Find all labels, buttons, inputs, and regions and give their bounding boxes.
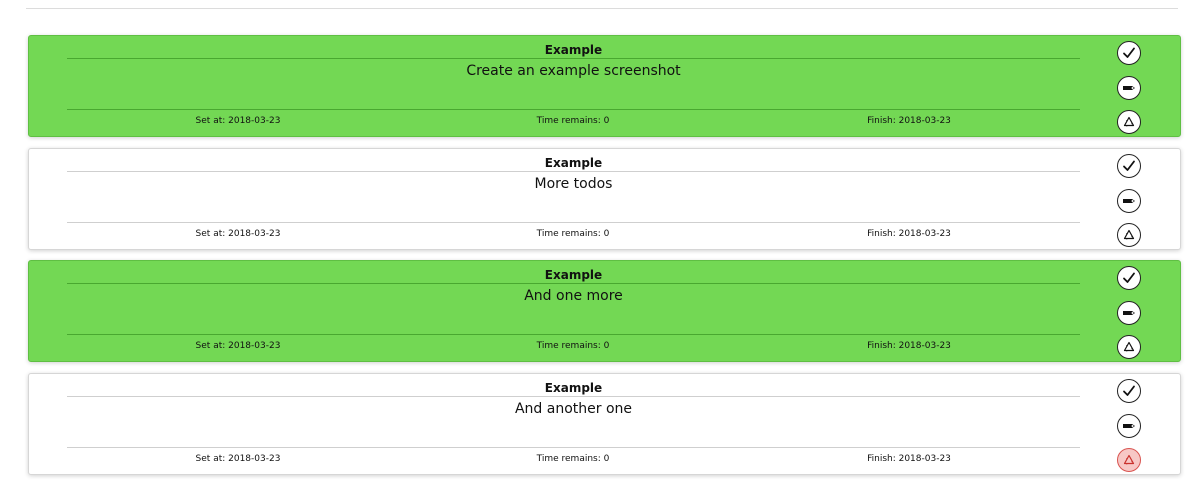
- recycle-icon: [1123, 341, 1135, 352]
- todo-title: Example: [544, 156, 603, 170]
- marker-icon: [1123, 86, 1135, 90]
- finish-date: Finish: 2018-03-23: [867, 229, 951, 239]
- title-divider: [67, 283, 1080, 284]
- recycle-icon: [1123, 116, 1135, 127]
- todo-title: Example: [544, 268, 603, 282]
- finish-date: Finish: 2018-03-23: [867, 116, 951, 126]
- delete-button[interactable]: [1117, 110, 1141, 134]
- edit-button[interactable]: [1117, 414, 1141, 438]
- complete-button[interactable]: [1117, 41, 1141, 65]
- todo-card: Example More todos Set at: 2018-03-23 Ti…: [28, 148, 1181, 250]
- todo-actions: [1117, 379, 1143, 473]
- todo-description: And another one: [514, 401, 633, 417]
- checkmark-icon: [1123, 160, 1135, 171]
- todo-card: Example And another one Set at: 2018-03-…: [28, 373, 1181, 475]
- todo-actions: [1117, 41, 1143, 135]
- todo-content: Example And another one Set at: 2018-03-…: [67, 374, 1080, 474]
- complete-button[interactable]: [1117, 379, 1141, 403]
- footer-divider: [67, 109, 1080, 110]
- todo-title: Example: [544, 43, 603, 57]
- set-at-date: Set at: 2018-03-23: [195, 454, 281, 464]
- title-divider: [67, 396, 1080, 397]
- title-divider: [67, 171, 1080, 172]
- todo-content: Example And one more Set at: 2018-03-23 …: [67, 261, 1080, 361]
- complete-button[interactable]: [1117, 266, 1141, 290]
- delete-button[interactable]: [1117, 223, 1141, 247]
- set-at-date: Set at: 2018-03-23: [195, 341, 281, 351]
- delete-button[interactable]: [1117, 335, 1141, 359]
- todo-title: Example: [544, 381, 603, 395]
- time-remains: Time remains: 0: [536, 229, 610, 239]
- set-at-date: Set at: 2018-03-23: [195, 116, 281, 126]
- edit-button[interactable]: [1117, 301, 1141, 325]
- recycle-icon: [1123, 454, 1135, 465]
- recycle-icon: [1123, 229, 1135, 240]
- todo-content: Example More todos Set at: 2018-03-23 Ti…: [67, 149, 1080, 249]
- time-remains: Time remains: 0: [536, 341, 610, 351]
- todo-description: And one more: [524, 288, 623, 304]
- finish-date: Finish: 2018-03-23: [867, 454, 951, 464]
- edit-button[interactable]: [1117, 189, 1141, 213]
- checkmark-icon: [1123, 272, 1135, 283]
- marker-icon: [1123, 199, 1135, 203]
- marker-icon: [1123, 311, 1135, 315]
- todo-content: Example Create an example screenshot Set…: [67, 36, 1080, 136]
- delete-button[interactable]: [1117, 448, 1141, 472]
- time-remains: Time remains: 0: [536, 116, 610, 126]
- footer-divider: [67, 447, 1080, 448]
- footer-divider: [67, 334, 1080, 335]
- todo-actions: [1117, 266, 1143, 360]
- todo-card: Example And one more Set at: 2018-03-23 …: [28, 260, 1181, 362]
- todo-card: Example Create an example screenshot Set…: [28, 35, 1181, 137]
- checkmark-icon: [1123, 47, 1135, 58]
- title-divider: [67, 58, 1080, 59]
- finish-date: Finish: 2018-03-23: [867, 341, 951, 351]
- edit-button[interactable]: [1117, 76, 1141, 100]
- footer-divider: [67, 222, 1080, 223]
- top-divider: [26, 8, 1178, 9]
- time-remains: Time remains: 0: [536, 454, 610, 464]
- marker-icon: [1123, 424, 1135, 428]
- set-at-date: Set at: 2018-03-23: [195, 229, 281, 239]
- todo-description: Create an example screenshot: [466, 63, 681, 79]
- todo-actions: [1117, 154, 1143, 248]
- checkmark-icon: [1123, 385, 1135, 396]
- todo-description: More todos: [534, 176, 613, 192]
- todo-list: Example Create an example screenshot Set…: [28, 35, 1181, 486]
- complete-button[interactable]: [1117, 154, 1141, 178]
